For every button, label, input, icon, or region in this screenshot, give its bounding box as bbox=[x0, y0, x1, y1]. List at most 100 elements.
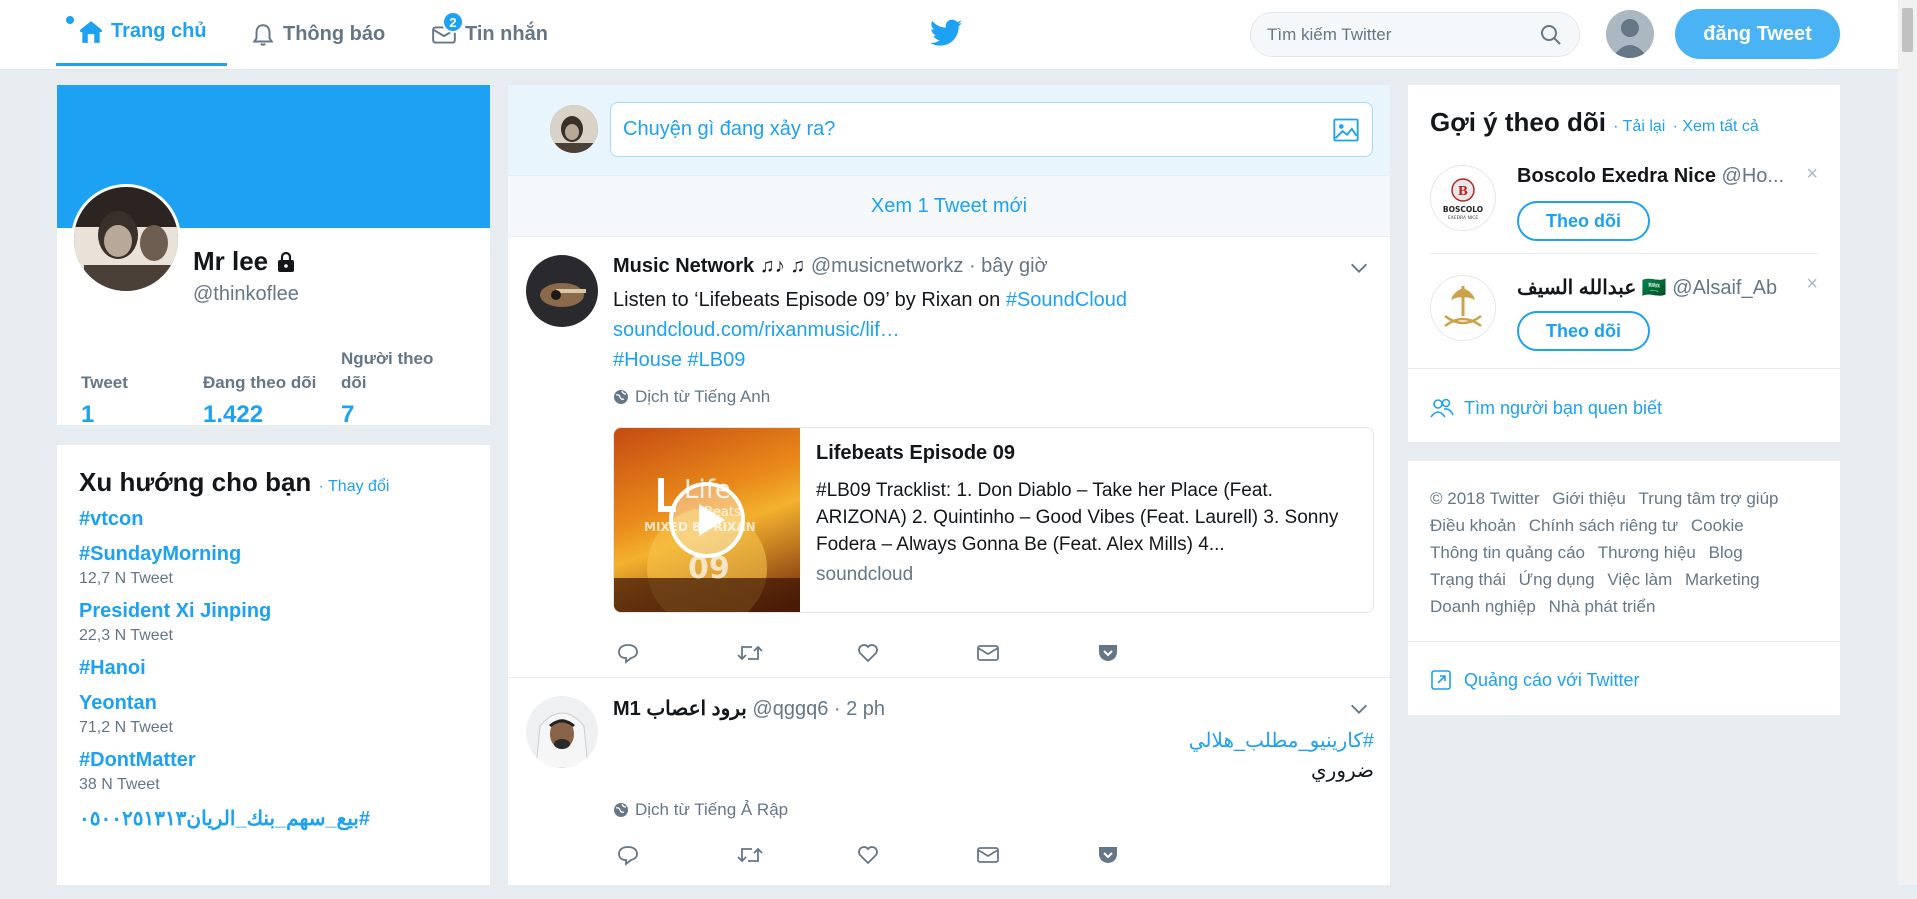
like-button[interactable] bbox=[856, 840, 976, 870]
suggestion-name[interactable]: عبدالله السيف bbox=[1517, 277, 1636, 299]
follow-button[interactable]: Theo dõi bbox=[1517, 201, 1650, 241]
trend-item[interactable]: #DontMatter 38 N Tweet bbox=[79, 749, 468, 794]
account-avatar-button[interactable] bbox=[1606, 10, 1654, 58]
pocket-button[interactable] bbox=[1096, 638, 1216, 668]
tweet-timestamp[interactable]: · 2 ph bbox=[834, 698, 885, 720]
trend-item[interactable]: President Xi Jinping 22,3 N Tweet bbox=[79, 600, 468, 645]
trend-topic[interactable]: #SundayMorning bbox=[79, 543, 468, 566]
footer-link-developers[interactable]: Nhà phát triển bbox=[1549, 593, 1656, 620]
footer-link-jobs[interactable]: Việc làm bbox=[1607, 566, 1672, 593]
translate-label[interactable]: Dịch từ Tiếng Ả Rập bbox=[635, 800, 788, 820]
tweet-author-name[interactable]: Music Network ♫♪ ♫ bbox=[613, 255, 805, 277]
dismiss-suggestion-icon[interactable]: × bbox=[1806, 163, 1818, 186]
stat-followers[interactable]: Người theo dõi 7 bbox=[341, 347, 461, 429]
reload-suggestions-link[interactable]: · Tải lại bbox=[1613, 118, 1665, 135]
tweet[interactable]: برود اعصاب M1 @qggq6 · 2 ph #كارينيو_مطل… bbox=[508, 678, 1390, 899]
retweet-button[interactable] bbox=[736, 638, 856, 668]
advertise-label[interactable]: Quảng cáo với Twitter bbox=[1464, 670, 1640, 691]
nav-notifications[interactable]: Thông báo bbox=[250, 0, 385, 69]
retweet-button[interactable] bbox=[736, 840, 856, 870]
footer-link-status[interactable]: Trạng thái bbox=[1430, 566, 1506, 593]
card-thumbnail[interactable]: Life Beats MIXED BY RIXAN 09 bbox=[614, 428, 800, 612]
tweet-avatar[interactable] bbox=[526, 696, 598, 768]
trend-topic[interactable]: Yeontan bbox=[79, 692, 468, 715]
tweet-hashtag-link[interactable]: #كارينيو_مطلب_هلالي bbox=[613, 726, 1374, 756]
footer-link-about[interactable]: Giới thiệu bbox=[1552, 485, 1626, 512]
like-button[interactable] bbox=[856, 638, 976, 668]
compose-tweet-button[interactable]: đăng Tweet bbox=[1675, 9, 1840, 59]
direct-message-button[interactable] bbox=[976, 638, 1096, 668]
new-tweets-bar[interactable]: Xem 1 Tweet mới bbox=[508, 175, 1390, 237]
suggestion-handle[interactable]: @Ho... bbox=[1722, 165, 1785, 187]
footer-link-marketing[interactable]: Marketing bbox=[1685, 566, 1760, 593]
trend-topic[interactable]: #vtcon bbox=[79, 508, 468, 531]
translate-tweet-link[interactable]: Dịch từ Tiếng Ả Rập bbox=[613, 800, 788, 820]
tweet-author-name[interactable]: برود اعصاب M1 bbox=[613, 698, 747, 720]
profile-name-text[interactable]: Mr lee bbox=[193, 246, 268, 277]
footer-link-apps[interactable]: Ứng dụng bbox=[1519, 566, 1595, 593]
tweet-url-link[interactable]: soundcloud.com/rixanmusic/lif… bbox=[613, 315, 900, 345]
trend-topic[interactable]: President Xi Jinping bbox=[79, 600, 468, 623]
suggestion-handle[interactable]: @Alsaif_Ab bbox=[1672, 277, 1777, 299]
search-input[interactable]: Tìm kiếm Twitter bbox=[1267, 25, 1539, 45]
trend-topic[interactable]: #Hanoi bbox=[79, 657, 468, 680]
chevron-down-icon[interactable] bbox=[1348, 257, 1370, 279]
footer-link-cookies[interactable]: Cookie bbox=[1691, 512, 1744, 539]
suggestion-name-line[interactable]: Boscolo Exedra Nice @Ho... bbox=[1517, 165, 1809, 188]
tweet[interactable]: Music Network ♫♪ ♫ @musicnetworkz · bây … bbox=[508, 237, 1390, 678]
translate-tweet-link[interactable]: Dịch từ Tiếng Anh bbox=[613, 387, 770, 407]
page-scrollbar[interactable] bbox=[1898, 0, 1917, 885]
direct-message-button[interactable] bbox=[976, 840, 1096, 870]
twitter-bird-logo[interactable] bbox=[930, 19, 962, 47]
advertise-link[interactable]: Quảng cáo với Twitter bbox=[1430, 669, 1640, 691]
tweet-timestamp[interactable]: · bây giờ bbox=[969, 255, 1048, 277]
add-image-icon[interactable] bbox=[1332, 117, 1360, 143]
footer-link-terms[interactable]: Điều khoản bbox=[1430, 512, 1516, 539]
footer-link-ads-info[interactable]: Thông tin quảng cáo bbox=[1430, 539, 1585, 566]
footer-link-privacy[interactable]: Chính sách riêng tư bbox=[1529, 512, 1678, 539]
compose-input[interactable]: Chuyện gì đang xảy ra? bbox=[610, 102, 1373, 157]
dismiss-suggestion-icon[interactable]: × bbox=[1806, 273, 1818, 296]
trend-item[interactable]: Yeontan 71,2 N Tweet bbox=[79, 692, 468, 737]
trends-change-link[interactable]: · Thay đổi bbox=[319, 478, 390, 495]
profile-handle[interactable]: @thinkoflee bbox=[193, 283, 299, 306]
trend-item[interactable]: #Hanoi bbox=[79, 657, 468, 680]
footer-link-blog[interactable]: Blog bbox=[1709, 539, 1743, 566]
tweet-hashtag-link[interactable]: #SoundCloud bbox=[1006, 289, 1127, 311]
trend-topic[interactable]: #بيع_سهم_بنك_الريان٠٥٠٠٢٥١٣١٣ bbox=[79, 806, 468, 831]
scrollbar-thumb[interactable] bbox=[1902, 8, 1913, 52]
tweet-author-handle[interactable]: @musicnetworkz bbox=[811, 255, 964, 277]
trend-item[interactable]: #SundayMorning 12,7 N Tweet bbox=[79, 543, 468, 588]
profile-avatar[interactable] bbox=[71, 184, 181, 294]
nav-home[interactable]: Trang chủ bbox=[56, 0, 227, 66]
card-info[interactable]: Lifebeats Episode 09 #LB09 Tracklist: 1.… bbox=[800, 428, 1373, 612]
profile-name[interactable]: Mr lee bbox=[193, 246, 298, 277]
trend-topic[interactable]: #DontMatter bbox=[79, 749, 468, 772]
tweet-hashtags[interactable]: #House #LB09 bbox=[613, 345, 745, 375]
footer-link-brand[interactable]: Thương hiệu bbox=[1598, 539, 1696, 566]
stat-tweets[interactable]: Tweet 1 bbox=[81, 347, 128, 429]
footer-link-help[interactable]: Trung tâm trợ giúp bbox=[1639, 485, 1779, 512]
compose-placeholder[interactable]: Chuyện gì đang xảy ra? bbox=[623, 118, 1332, 141]
follow-button[interactable]: Theo dõi bbox=[1517, 311, 1650, 351]
card-title[interactable]: Lifebeats Episode 09 bbox=[816, 442, 1357, 465]
find-friends-label[interactable]: Tìm người bạn quen biết bbox=[1464, 398, 1662, 419]
stat-following[interactable]: Đang theo dõi 1.422 bbox=[203, 347, 316, 429]
reply-button[interactable] bbox=[616, 638, 736, 668]
pocket-button[interactable] bbox=[1096, 840, 1216, 870]
play-icon[interactable] bbox=[667, 480, 747, 560]
tweet-avatar[interactable] bbox=[526, 255, 598, 327]
view-all-link[interactable]: · Xem tất cả bbox=[1673, 118, 1759, 135]
trend-item[interactable]: #بيع_سهم_بنك_الريان٠٥٠٠٢٥١٣١٣ bbox=[79, 806, 468, 831]
tweet-author-handle[interactable]: @qggq6 bbox=[752, 698, 828, 720]
search-box[interactable]: Tìm kiếm Twitter bbox=[1250, 12, 1580, 57]
trend-item[interactable]: #vtcon bbox=[79, 508, 468, 531]
nav-messages[interactable]: Tin nhắn bbox=[430, 0, 548, 69]
translate-label[interactable]: Dịch từ Tiếng Anh bbox=[635, 387, 770, 407]
find-friends-link[interactable]: Tìm người bạn quen biết bbox=[1430, 397, 1662, 419]
link-preview-card[interactable]: Life Beats MIXED BY RIXAN 09 Lifebeats E… bbox=[613, 427, 1374, 613]
suggestion-avatar[interactable]: B BOSCOLO EXEDRA NICE bbox=[1430, 165, 1496, 231]
footer-link-business[interactable]: Doanh nghiệp bbox=[1430, 593, 1536, 620]
search-icon[interactable] bbox=[1539, 23, 1563, 47]
suggestion-name[interactable]: Boscolo Exedra Nice bbox=[1517, 165, 1716, 187]
